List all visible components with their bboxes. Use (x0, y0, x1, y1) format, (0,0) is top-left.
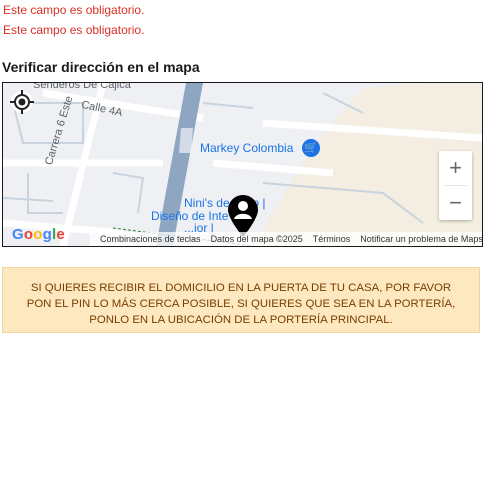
street-label-senderos: Senderos De Cajicá (33, 82, 131, 91)
keyboard-shortcuts-link[interactable]: Combinaciones de teclas (100, 234, 201, 244)
map-data-text: Datos del mapa ©2025 (210, 234, 303, 244)
shopping-cart-icon[interactable]: 🛒 (302, 139, 320, 157)
map-attribution: Google Combinaciones de teclas Datos del… (3, 226, 482, 246)
google-logo: Google (12, 226, 65, 243)
my-location-icon[interactable] (9, 89, 35, 115)
attribution-bar: Combinaciones de teclas Datos del mapa ©… (90, 232, 482, 246)
delivery-notice: SI QUIERES RECIBIR EL DOMICILIO EN LA PU… (2, 267, 480, 333)
poi-label-markey[interactable]: Markey Colombia (200, 141, 293, 155)
zoom-in-button[interactable]: + (439, 151, 472, 185)
zoom-controls: + − (439, 151, 472, 220)
zoom-out-button[interactable]: − (439, 186, 472, 220)
required-field-error: Este campo es obligatorio. (3, 3, 145, 17)
required-field-error: Este campo es obligatorio. (3, 23, 145, 37)
terms-link[interactable]: Términos (313, 234, 351, 244)
map-section-title: Verificar dirección en el mapa (2, 59, 200, 75)
report-problem-link[interactable]: Notificar un problema de Maps (360, 234, 482, 244)
map-view[interactable]: Senderos De Cajicá Calle 4A Carrera 6 Es… (2, 82, 483, 247)
